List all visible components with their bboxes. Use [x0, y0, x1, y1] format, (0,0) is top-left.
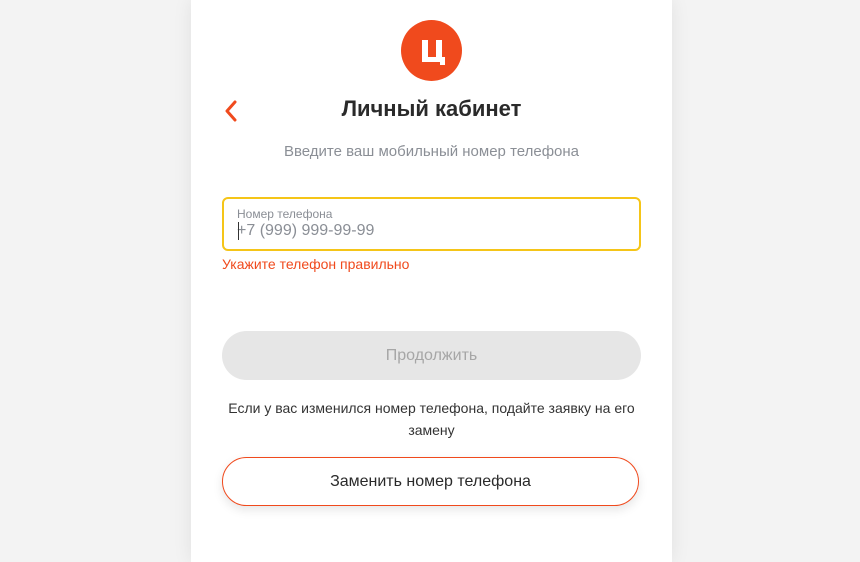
text-caret: [238, 222, 239, 240]
page-title: Личный кабинет: [341, 96, 522, 121]
phone-field[interactable]: Номер телефона: [222, 197, 641, 251]
brand-letter-icon: [421, 39, 445, 65]
page-subtitle: Введите ваш мобильный номер телефона: [283, 143, 580, 160]
login-card: Личный кабинет Введите ваш мобильный ном…: [191, 0, 672, 562]
brand-logo: [401, 20, 462, 81]
phone-error-message: Укажите телефон правильно: [222, 256, 410, 272]
phone-input[interactable]: [237, 221, 617, 241]
page: Личный кабинет Введите ваш мобильный ном…: [0, 0, 860, 562]
continue-button[interactable]: Продолжить: [222, 331, 641, 380]
replace-phone-button[interactable]: Заменить номер телефона: [222, 457, 639, 506]
change-number-note: Если у вас изменился номер телефона, под…: [228, 400, 635, 438]
phone-field-label: Номер телефона: [237, 207, 333, 221]
